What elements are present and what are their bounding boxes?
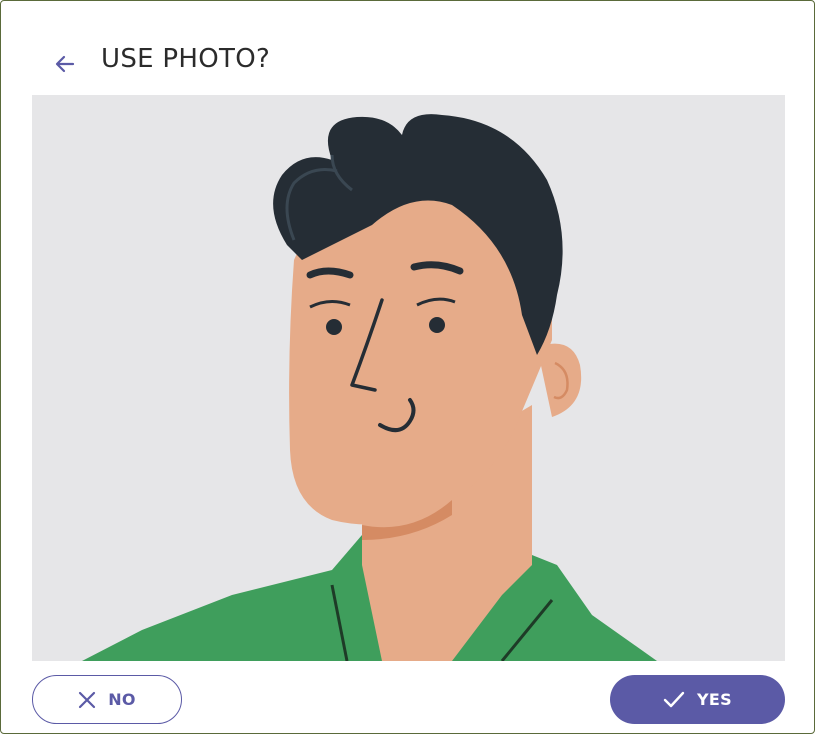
photo-preview [32,95,785,661]
close-icon [78,691,96,709]
no-button[interactable]: NO [32,675,182,724]
dialog-title: USE PHOTO? [101,44,271,74]
back-button[interactable] [47,48,83,84]
avatar-illustration [32,95,785,661]
use-photo-dialog: USE PHOTO? NO YES [0,0,815,734]
no-button-label: NO [108,690,136,709]
yes-button-label: YES [697,690,732,709]
yes-button[interactable]: YES [610,675,785,724]
check-icon [663,691,685,709]
arrow-left-icon [53,52,77,81]
